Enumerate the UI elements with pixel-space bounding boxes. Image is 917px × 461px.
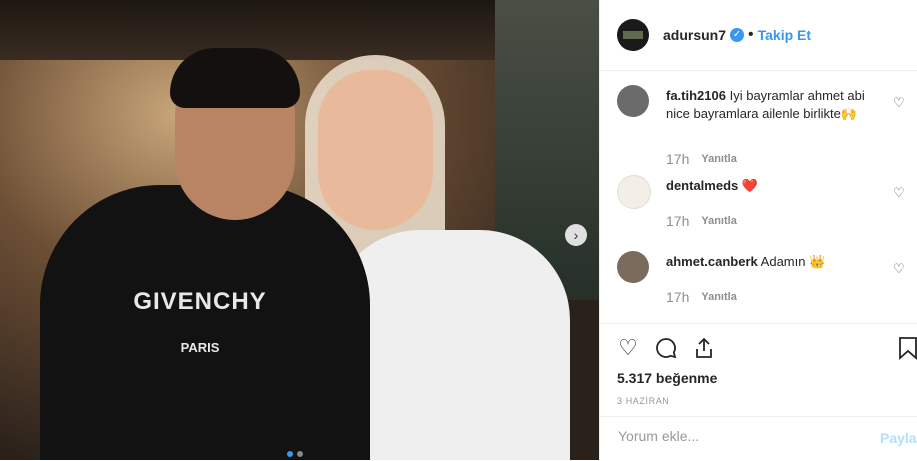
share-icon[interactable] [692, 336, 716, 360]
like-comment-heart-icon[interactable]: ♡ [893, 185, 905, 201]
carousel-dots [287, 451, 303, 457]
comment-input[interactable] [616, 427, 850, 445]
carousel-dot [287, 451, 293, 457]
post-date: 3 HAZİRAN [617, 396, 670, 406]
comment-text: dentalmeds ❤️ [666, 177, 881, 195]
shirt-sub-text: PARIS [180, 340, 220, 355]
comment-body: ❤️ [741, 178, 759, 193]
reply-button[interactable]: Yanıtla [701, 291, 736, 305]
like-heart-icon[interactable]: ♡ [616, 336, 640, 360]
photo-man-hair [170, 48, 300, 108]
follow-button[interactable]: Takip Et [758, 27, 811, 43]
carousel-dot [297, 451, 303, 457]
photo-man-shirt [40, 185, 370, 460]
chevron-right-icon: › [573, 227, 579, 243]
comment-time[interactable]: 17h [666, 213, 689, 229]
comments-list[interactable]: fa.tih2106 Iyi bayramlar ahmet abi nice … [600, 71, 917, 323]
action-icons: ♡ [616, 336, 716, 360]
header-separator: • [748, 26, 754, 43]
owner-username[interactable]: adursun7 [663, 27, 726, 43]
comment-time[interactable]: 17h [666, 289, 689, 305]
photo-woman-face [318, 70, 433, 230]
post-header: adursun7 ✓ • Takip Et [600, 0, 917, 71]
like-comment-heart-icon[interactable]: ♡ [893, 261, 905, 277]
verified-badge-icon: ✓ [730, 28, 745, 42]
likes-count[interactable]: 5.317 beğenme [617, 370, 717, 386]
bookmark-icon[interactable] [898, 336, 917, 365]
carousel-next-button[interactable]: › [565, 224, 587, 246]
comment-text: fa.tih2106 Iyi bayramlar ahmet abi nice … [666, 87, 881, 123]
comment-meta: 17h Yanıtla [666, 213, 737, 229]
comment-meta: 17h Yanıtla [666, 289, 737, 305]
comment-body: Adamın 👑 [760, 254, 826, 269]
comment-time[interactable]: 17h [666, 151, 689, 167]
comment-meta: 17h Yanıtla [666, 151, 737, 167]
comment-username[interactable]: fa.tih2106 [666, 88, 726, 103]
reply-button[interactable]: Yanıtla [701, 215, 736, 229]
reply-button[interactable]: Yanıtla [701, 153, 736, 167]
post-photo[interactable]: GIVENCHY PARIS › [0, 0, 599, 460]
commenter-avatar[interactable] [617, 175, 651, 209]
post-comment-button[interactable]: Paylaş [880, 430, 917, 446]
comment-username[interactable]: ahmet.canberk [666, 254, 758, 269]
commenter-avatar[interactable] [617, 251, 649, 283]
comment-text: ahmet.canberk Adamın 👑 [666, 253, 881, 271]
post-actions: ♡ 5.317 beğenme 3 HAZİRAN [600, 323, 917, 406]
comment-icon[interactable] [654, 336, 678, 360]
post-side-panel: adursun7 ✓ • Takip Et fa.tih2106 Iyi bay… [599, 0, 917, 460]
like-comment-heart-icon[interactable]: ♡ [893, 95, 905, 111]
commenter-avatar[interactable] [617, 85, 649, 117]
shirt-logo-text: GIVENCHY [133, 288, 267, 315]
owner-avatar[interactable] [617, 19, 649, 51]
comment-username[interactable]: dentalmeds [666, 178, 738, 193]
comment-composer: Paylaş [600, 416, 917, 461]
